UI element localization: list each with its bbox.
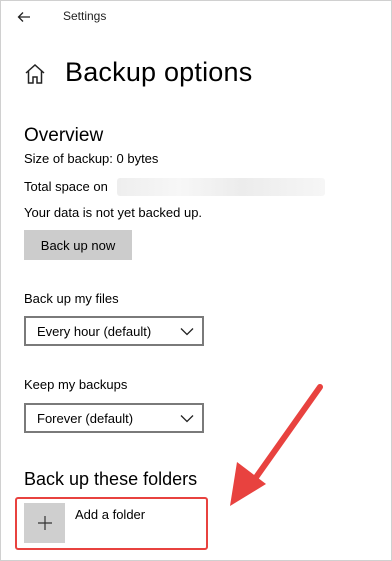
- home-icon: [25, 63, 45, 84]
- retention-label: Keep my backups: [24, 377, 128, 392]
- backup-frequency-label: Back up my files: [24, 291, 119, 306]
- plus-icon: [37, 516, 52, 530]
- overview-heading: Overview: [24, 125, 104, 146]
- retention-value: Forever (default): [37, 410, 134, 426]
- title-bar: Settings: [0, 0, 392, 34]
- total-space-label: Total space on: [24, 179, 108, 194]
- page-title: Backup options: [65, 57, 253, 87]
- backup-frequency-dropdown[interactable]: Every hour (default): [24, 316, 204, 346]
- backup-size-text: Size of backup: 0 bytes: [24, 151, 159, 166]
- back-button[interactable]: [12, 6, 36, 28]
- add-folder-tile: [24, 503, 65, 543]
- redacted-drive-name: [117, 178, 325, 196]
- add-folder-label: Add a folder: [75, 507, 146, 522]
- add-folder-button[interactable]: Add a folder: [24, 503, 204, 543]
- chevron-down-icon: [180, 328, 194, 336]
- back-up-now-button[interactable]: Back up now: [24, 230, 132, 260]
- chevron-down-icon: [180, 415, 194, 423]
- back-arrow-icon: [17, 12, 30, 22]
- backup-frequency-value: Every hour (default): [37, 323, 152, 339]
- retention-dropdown[interactable]: Forever (default): [24, 403, 204, 433]
- backup-folders-heading: Back up these folders: [24, 469, 198, 489]
- backup-status-text: Your data is not yet backed up.: [24, 205, 203, 220]
- app-title: Settings: [63, 9, 107, 23]
